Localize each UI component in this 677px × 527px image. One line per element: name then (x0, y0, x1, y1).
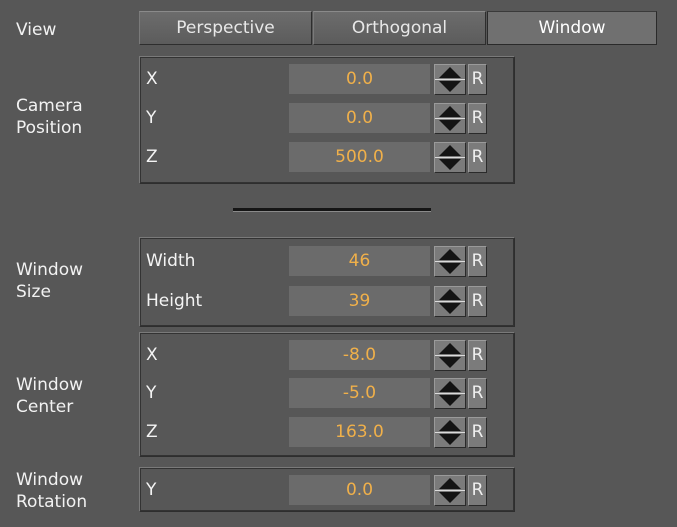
window-rotation-group: Y 0.0 R (139, 467, 515, 512)
reset-button[interactable]: R (468, 64, 487, 95)
up-down-spinner-icon[interactable] (434, 142, 466, 173)
window-center-group: X -8.0 R Y -5.0 R Z 163.0 R (139, 332, 515, 457)
up-down-spinner-icon[interactable] (434, 475, 466, 506)
window-size-width-field[interactable]: 46 (289, 246, 430, 276)
view-window-button[interactable]: Window (487, 11, 657, 45)
axis-label: Height (146, 291, 203, 311)
reset-button[interactable]: R (468, 475, 487, 506)
window-center-y-row: Y -5.0 R (140, 375, 514, 411)
camera-position-z-field[interactable]: 500.0 (289, 142, 430, 172)
window-rotation-y-field[interactable]: 0.0 (289, 475, 430, 505)
reset-button[interactable]: R (468, 417, 487, 448)
reset-button[interactable]: R (468, 103, 487, 134)
axis-label: X (146, 69, 158, 89)
window-rotation-y-row: Y 0.0 R (140, 472, 514, 508)
camera-position-x-row: X 0.0 R (140, 61, 514, 97)
camera-position-x-field[interactable]: 0.0 (289, 64, 430, 94)
up-down-spinner-icon[interactable] (434, 417, 466, 448)
camera-position-y-row: Y 0.0 R (140, 100, 514, 136)
camera-position-group: X 0.0 R Y 0.0 R Z 500.0 R (139, 56, 515, 184)
up-down-spinner-icon[interactable] (434, 340, 466, 371)
axis-label: Y (146, 108, 157, 128)
window-center-y-field[interactable]: -5.0 (289, 378, 430, 408)
up-down-spinner-icon[interactable] (434, 103, 466, 134)
window-center-x-field[interactable]: -8.0 (289, 340, 430, 370)
window-rotation-label: Window Rotation (16, 470, 88, 512)
up-down-spinner-icon[interactable] (434, 246, 466, 277)
window-center-label: Window Center (16, 375, 84, 417)
window-size-width-row: Width 46 R (140, 243, 514, 279)
window-size-height-row: Height 39 R (140, 283, 514, 319)
view-orthogonal-button[interactable]: Orthogonal (313, 11, 486, 45)
window-size-group: Width 46 R Height 39 R (139, 237, 515, 327)
view-label: View (16, 20, 57, 40)
reset-button[interactable]: R (468, 378, 487, 409)
up-down-spinner-icon[interactable] (434, 64, 466, 95)
window-center-x-row: X -8.0 R (140, 337, 514, 373)
window-size-label: Window Size (16, 260, 84, 302)
axis-label: Z (146, 147, 158, 167)
window-center-z-row: Z 163.0 R (140, 414, 514, 450)
reset-button[interactable]: R (468, 286, 487, 317)
axis-label: Z (146, 422, 158, 442)
up-down-spinner-icon[interactable] (434, 378, 466, 409)
axis-label: Width (146, 251, 196, 271)
reset-button[interactable]: R (468, 142, 487, 173)
camera-position-label: Camera Position (16, 96, 83, 138)
camera-position-z-row: Z 500.0 R (140, 139, 514, 175)
axis-label: X (146, 345, 158, 365)
reset-button[interactable]: R (468, 246, 487, 277)
camera-position-y-field[interactable]: 0.0 (289, 103, 430, 133)
axis-label: Y (146, 383, 157, 403)
axis-label: Y (146, 480, 157, 500)
view-perspective-button[interactable]: Perspective (139, 11, 312, 45)
up-down-spinner-icon[interactable] (434, 286, 466, 317)
window-center-z-field[interactable]: 163.0 (289, 417, 430, 447)
reset-button[interactable]: R (468, 340, 487, 371)
window-size-height-field[interactable]: 39 (289, 286, 430, 316)
section-divider (233, 208, 431, 212)
